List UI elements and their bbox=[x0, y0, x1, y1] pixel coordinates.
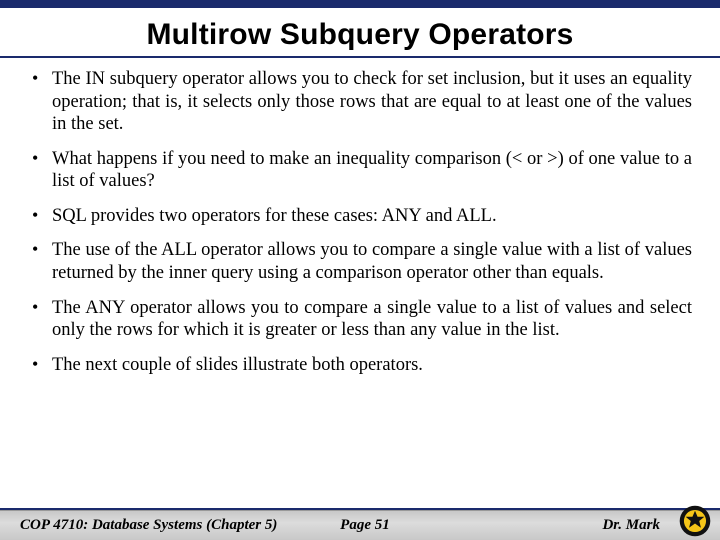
bullet-item: The ANY operator allows you to compare a… bbox=[28, 297, 692, 342]
bullet-item: The use of the ALL operator allows you t… bbox=[28, 239, 692, 284]
slide-title: Multirow Subquery Operators bbox=[0, 8, 720, 56]
bullet-item: The IN subquery operator allows you to c… bbox=[28, 68, 692, 136]
bullet-item: The next couple of slides illustrate bot… bbox=[28, 354, 692, 377]
top-accent-bar bbox=[0, 0, 720, 8]
slide-content: The IN subquery operator allows you to c… bbox=[0, 68, 720, 376]
footer-page: Page 51 bbox=[340, 517, 390, 534]
bullet-item: SQL provides two operators for these cas… bbox=[28, 205, 692, 228]
title-underline bbox=[0, 56, 720, 58]
bullet-item: What happens if you need to make an ineq… bbox=[28, 148, 692, 193]
bullet-list: The IN subquery operator allows you to c… bbox=[28, 68, 692, 376]
footer-bar: COP 4710: Database Systems (Chapter 5) P… bbox=[0, 510, 720, 540]
footer: COP 4710: Database Systems (Chapter 5) P… bbox=[0, 508, 720, 540]
ucf-logo-icon bbox=[678, 504, 712, 538]
footer-course: COP 4710: Database Systems (Chapter 5) bbox=[20, 517, 277, 534]
